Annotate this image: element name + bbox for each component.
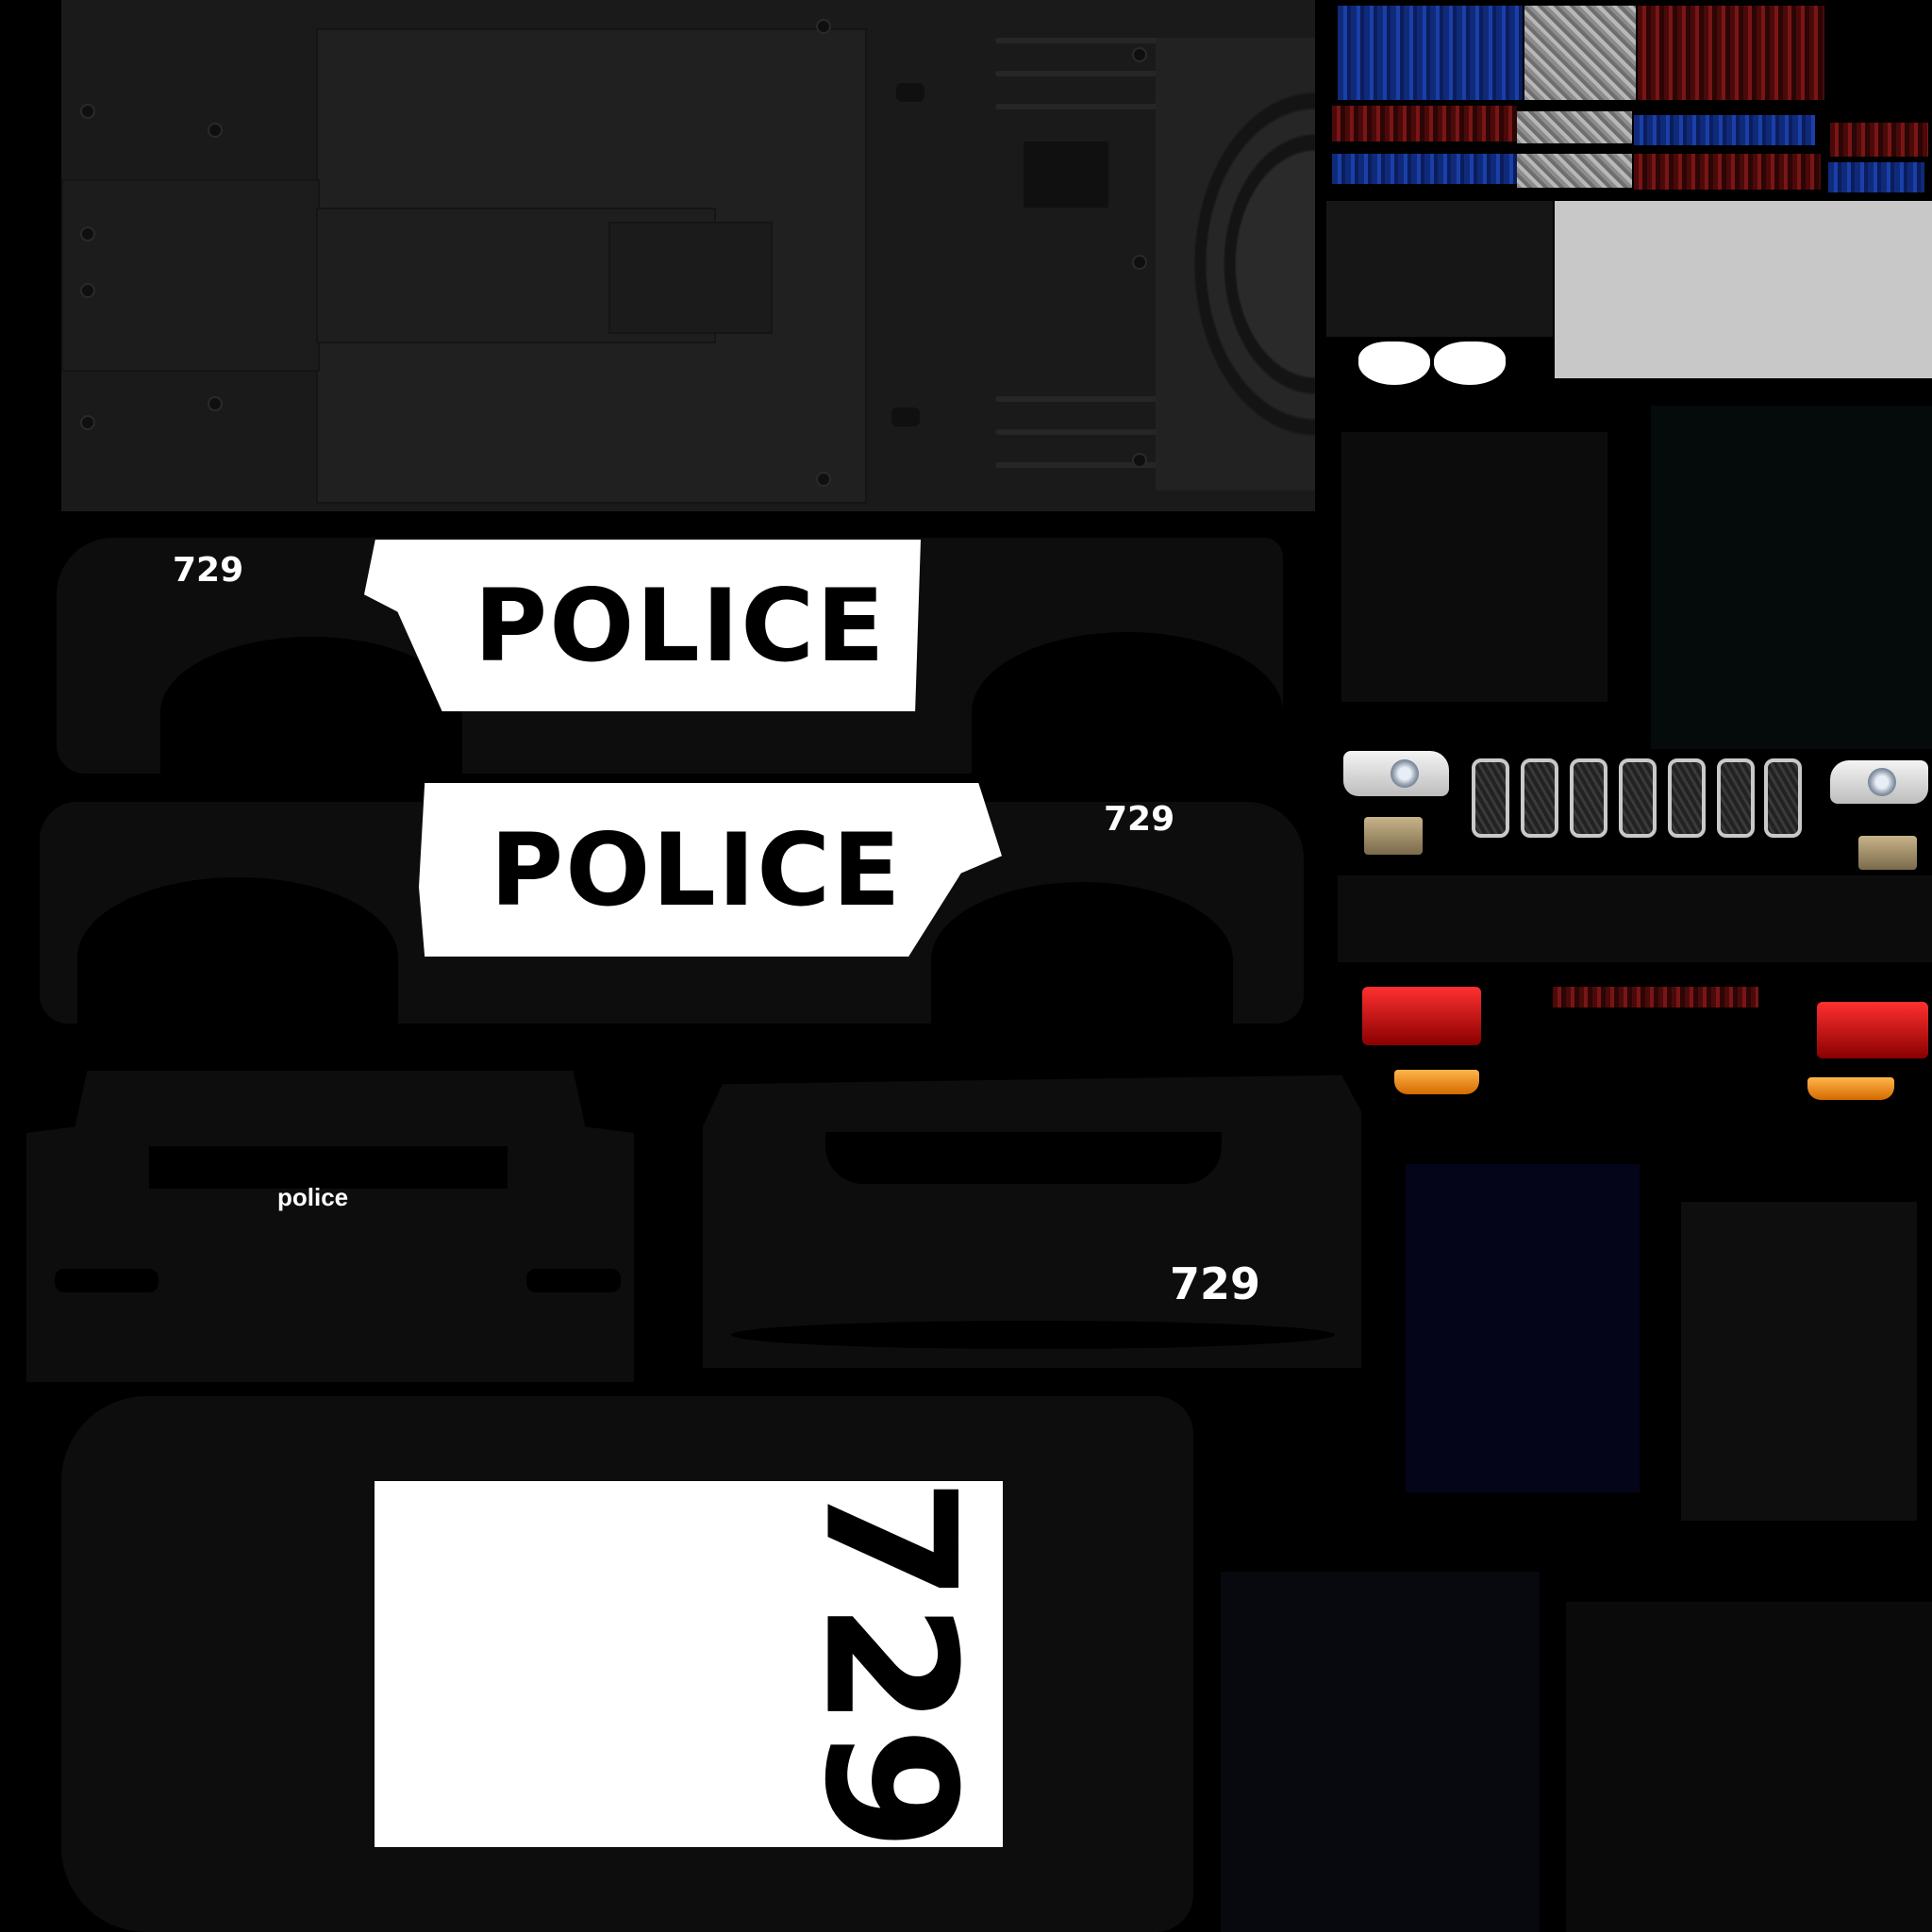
bolt-icon bbox=[1132, 453, 1147, 468]
flat-panel-dark bbox=[1326, 201, 1553, 337]
flat-panel-dark bbox=[1221, 1572, 1540, 1932]
fog-light-icon bbox=[1858, 836, 1917, 870]
headlight-icon bbox=[1830, 760, 1928, 804]
lightbar-blue-segment bbox=[1338, 6, 1523, 100]
lightbar-clear-segment bbox=[1517, 154, 1632, 188]
rear-unit-number: 729 bbox=[1170, 1258, 1261, 1309]
grille-slot-icon bbox=[1521, 758, 1558, 838]
bumper-cutout bbox=[526, 1269, 621, 1292]
police-badge-left: POLICE bbox=[364, 540, 921, 711]
grille-slot-icon bbox=[1472, 758, 1509, 838]
bumper-cutout bbox=[55, 1269, 158, 1292]
headlight-lens bbox=[1391, 759, 1419, 788]
lightbar-blue-segment bbox=[1634, 115, 1815, 145]
bolt-icon bbox=[1132, 255, 1147, 270]
brake-light-strip bbox=[1553, 987, 1758, 1008]
lightbar-blue-segment bbox=[1332, 154, 1517, 184]
lightbar-red-segment bbox=[1332, 106, 1517, 142]
roof-unit-number: 729 bbox=[785, 1476, 994, 1852]
grille-slot-icon bbox=[1570, 758, 1607, 838]
police-badge-text: POLICE bbox=[474, 567, 887, 684]
bolt-icon bbox=[816, 472, 831, 487]
lightbar-clear-segment bbox=[1524, 6, 1636, 100]
wheel-arch bbox=[160, 637, 462, 788]
bolt-icon bbox=[80, 104, 95, 119]
front-police-label: police bbox=[277, 1183, 349, 1211]
underbody-plate bbox=[61, 179, 320, 372]
headlight-icon bbox=[1343, 751, 1449, 796]
bumper-cutout bbox=[731, 1321, 1335, 1349]
bumper-cutout bbox=[825, 1132, 1222, 1184]
lightbar-red-segment bbox=[1830, 123, 1928, 157]
front-bumper-panel bbox=[26, 1071, 634, 1382]
grille-slot-icon bbox=[1764, 758, 1802, 838]
grille-slot-icon bbox=[1717, 758, 1755, 838]
grille-slot-icon bbox=[1619, 758, 1657, 838]
flat-panel-dark bbox=[1338, 875, 1932, 962]
unit-number-left: 729 bbox=[173, 551, 244, 590]
police-badge-right: POLICE bbox=[419, 783, 1002, 957]
roof-number-plate: 729 bbox=[375, 1476, 1003, 1852]
flat-panel-dark bbox=[1681, 1202, 1917, 1521]
bolt-icon bbox=[208, 123, 223, 138]
turn-signal-icon bbox=[1394, 1070, 1479, 1094]
flat-panel-dark bbox=[1566, 1602, 1932, 1932]
wheel-arch bbox=[972, 632, 1283, 792]
flat-panel-dark bbox=[1341, 432, 1607, 702]
underbody-vent bbox=[891, 408, 920, 426]
underbody-vent bbox=[896, 83, 924, 102]
headlight-lens bbox=[1868, 768, 1896, 796]
flat-panel-dark-blue bbox=[1406, 1164, 1640, 1492]
grille-slot-icon bbox=[1668, 758, 1706, 838]
bolt-icon bbox=[816, 19, 831, 34]
reflector-shape bbox=[1358, 341, 1430, 385]
lightbar-blue-segment bbox=[1828, 162, 1924, 192]
bolt-icon bbox=[1132, 47, 1147, 62]
rear-bumper-panel bbox=[703, 1074, 1361, 1368]
wheel-arch bbox=[77, 877, 398, 1038]
lightbar-clear-segment bbox=[1517, 111, 1632, 143]
taillight-icon bbox=[1817, 1002, 1928, 1058]
bolt-icon bbox=[80, 283, 95, 298]
bolt-icon bbox=[208, 396, 223, 411]
underbody-vent bbox=[1024, 142, 1108, 208]
fog-light-icon bbox=[1364, 817, 1423, 855]
wheel-arch bbox=[931, 882, 1233, 1038]
police-badge-text: POLICE bbox=[490, 811, 903, 928]
turn-signal-icon bbox=[1807, 1077, 1894, 1100]
lightbar-red-segment bbox=[1638, 6, 1824, 100]
flat-panel-dark bbox=[1651, 406, 1932, 749]
underbody-exhaust-area bbox=[1156, 38, 1315, 491]
lightbar-red-segment bbox=[1634, 154, 1821, 190]
taillight-icon bbox=[1362, 987, 1481, 1045]
bolt-icon bbox=[80, 415, 95, 430]
reflector-shape bbox=[1434, 341, 1506, 385]
undercarriage-texture bbox=[61, 0, 1315, 511]
underbody-plate bbox=[608, 222, 773, 334]
unit-number-right: 729 bbox=[1104, 800, 1175, 839]
flat-panel-grey bbox=[1555, 201, 1932, 378]
bolt-icon bbox=[80, 226, 95, 242]
